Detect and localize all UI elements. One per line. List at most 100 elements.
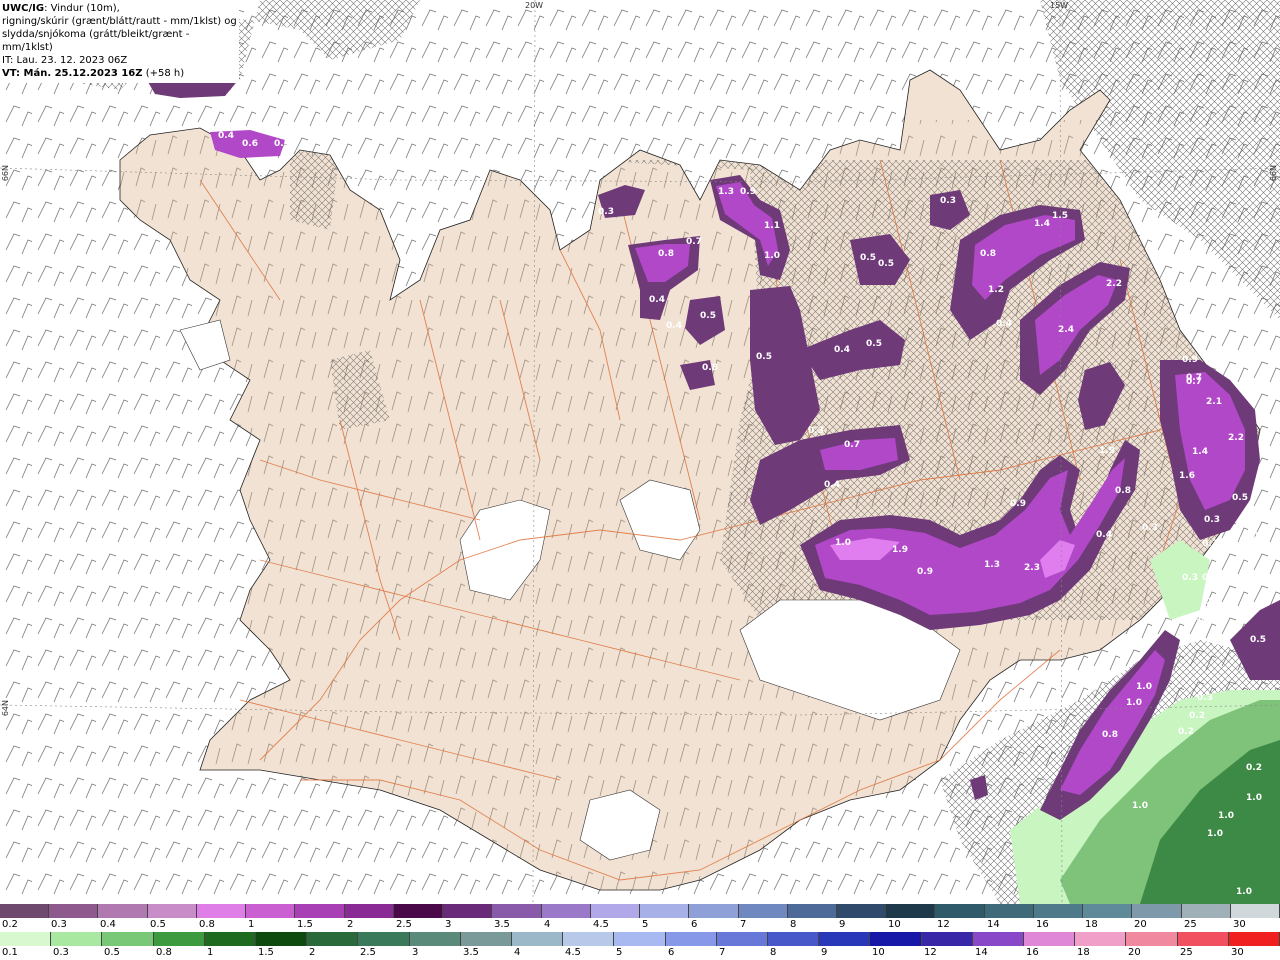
legend-swatch [640,904,690,918]
legend-label: 10 [872,947,885,958]
precip-value-label: 0.4 [1252,531,1268,541]
legend-label: 0.8 [199,919,215,930]
legend-swatch [886,904,936,918]
legend-swatch [98,904,148,918]
precip-value-label: 2.1 [1206,397,1222,407]
valid-time: VT: Mán. 25.12.2023 16Z [2,68,143,79]
precip-value-label: 0.4 [666,321,682,331]
legend-label: 14 [975,947,988,958]
precip-value-label: 1.0 [1236,887,1252,897]
legend-label: 25 [1184,919,1197,930]
legend-swatch [689,904,739,918]
precip-value-label: 1.0 [1207,829,1223,839]
legend-swatch [614,932,666,946]
legend-label: 1 [248,919,255,930]
weather-map: 0.3 0.4 0.6 0.5 0.3 1.3 0.9 1.1 1.0 0.7 0.8 0.4 0.5 0… [0,0,1280,904]
legend-swatch [409,932,461,946]
product-line2: rigning/skúrir (grænt/blátt/rautt - mm/1… [2,16,237,27]
precip-value-label: 0.2 [1178,727,1194,737]
lat-label-66n-right: 66N [1269,165,1278,182]
legend-swatch [1033,904,1084,918]
legend-swatch [460,932,513,946]
precip-value-label: 0.4 [649,295,665,305]
legend-swatch [204,932,257,946]
legend-label: 1 [207,947,214,958]
legend-label: 4 [514,947,521,958]
legend-label: 6 [691,919,698,930]
legend-swatch [738,904,788,918]
precip-value-label: 0.2 [1189,711,1205,721]
precip-value-label: 0.7 [844,440,860,450]
precip-value-label: 0.4 [996,319,1012,329]
product-line1: : Vindur (10m), [44,3,120,14]
legend-swatch [768,932,820,946]
precip-value-label: 1.4 [1192,447,1208,457]
precip-value-label: 0.9 [917,567,933,577]
precip-value-label: 0.8 [1102,730,1118,740]
precip-value-label: 0.8 [1115,486,1131,496]
legend-label: 5 [616,947,623,958]
legend-label: 14 [987,919,1000,930]
precip-value-label: 0.9 [1010,499,1026,509]
precip-value-label: 0.5 [274,139,290,149]
legend-label: 3 [445,919,452,930]
precip-value-label: 0.7 [1186,373,1202,383]
precip-value-label: 1.9 [1099,446,1115,456]
precip-value-label: 1.9 [892,545,908,555]
precip-value-label: 0.2 [1246,763,1262,773]
legend-swatch [196,904,247,918]
legend-label: 7 [719,947,726,958]
legend-swatch [344,904,394,918]
product-code: UWC/IG [2,3,45,14]
legend-snow-labels: 0.2 0.3 0.4 0.5 0.8 1 1.5 2 2.5 3 3.5 4 4.5 5 6 7 8 9 10 12… [0,918,1280,932]
precip-value-label: 0.4 [1230,533,1246,543]
legend-swatch [443,904,493,918]
legend-swatch [492,904,542,918]
legend-label: 10 [888,919,901,930]
precip-value-label: 0.4 [824,480,840,490]
precip-value-label: 0.3 [598,207,614,217]
precip-value-label: 0.3 [1205,597,1221,607]
legend-swatch [0,932,52,946]
precip-value-label: 1.0 [1132,801,1148,811]
init-time: IT: Lau. 23. 12. 2023 06Z [2,55,128,66]
precip-value-label: 2.3 [1024,563,1040,573]
legend-rain: 0.1 0.3 0.5 0.8 1 1.5 2 2.5 3 3.5 4 4.5 5 6 7 8 9 10 12 14 1… [0,932,1280,960]
legend-swatch [1024,932,1076,946]
precip-value-label: 0.8 [980,249,996,259]
legend-swatch [1228,932,1280,946]
precip-value-label: 0.5 [866,339,882,349]
legend-label: 0.1 [2,947,18,958]
legend-swatch [49,904,99,918]
precip-value-label: 1.2 [988,285,1004,295]
precip-value-label: 0.9 [740,187,756,197]
legend-label: 9 [821,947,828,958]
legend-label: 3 [412,947,419,958]
legend-label: 1.5 [258,947,274,958]
lat-label-64n-left: 64N [1,700,10,717]
product-line3: slydda/snjókoma (grátt/bleikt/grænt - mm… [2,29,190,53]
precip-value-label: 0.8 [702,363,718,373]
legend-swatch [1132,904,1182,918]
legend-label: 3.5 [463,947,479,958]
precip-value-label: 0.9 [1182,355,1198,365]
legend-label: 12 [924,947,937,958]
precip-value-label: 1.5 [1052,211,1068,221]
legend-swatch [870,932,922,946]
precip-value-label: 0.3 [1142,523,1158,533]
legend-label: 30 [1233,919,1246,930]
legend-swatch [541,904,591,918]
precip-value-label: 1.1 [764,221,780,231]
legend-label: 0.8 [156,947,172,958]
precip-value-label: 0.5 [1232,493,1248,503]
legend-label: 0.3 [51,919,67,930]
legend-label: 20 [1134,919,1147,930]
legend-swatch [935,904,985,918]
precip-value-label: 0.3 [1204,515,1220,525]
valid-time-offset: (+58 h) [145,68,185,79]
legend-swatch [358,932,410,946]
legend-snow: 0.2 0.3 0.4 0.5 0.8 1 1.5 2 2.5 3 3.5 4 4.5 5 6 7 8 9 10 12… [0,904,1280,932]
legend-label: 0.3 [53,947,69,958]
legend-swatch [153,932,205,946]
legend-label: 2 [347,919,354,930]
